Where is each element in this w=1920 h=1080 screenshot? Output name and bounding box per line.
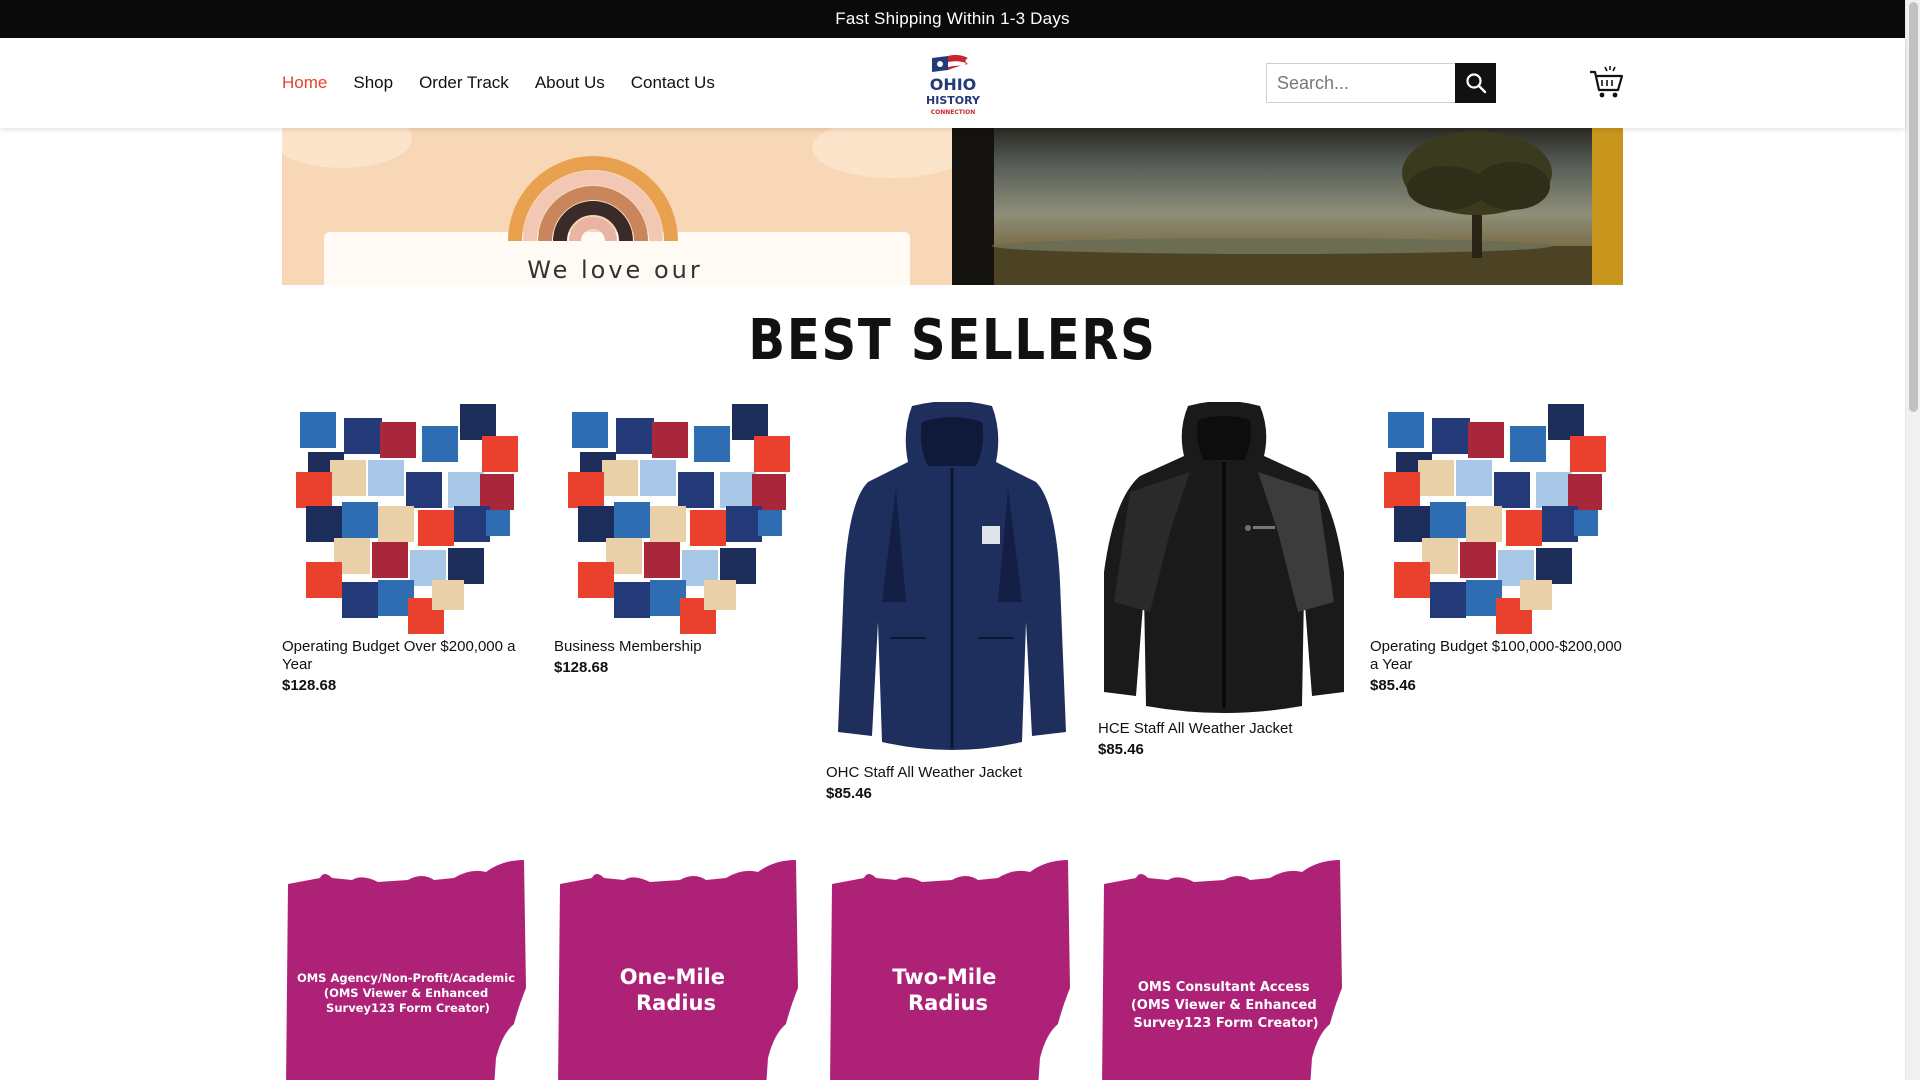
logo-line-2: HISTORY: [926, 94, 981, 107]
product-card[interactable]: HCE Staff All Weather Jacket $85.46: [1098, 402, 1350, 758]
site-header: Home Shop Order Track About Us Contact U…: [0, 38, 1905, 128]
ohio-map-icon[interactable]: OMS Consultant Access (OMS Viewer & Enha…: [1098, 858, 1350, 1080]
product-label-line: (OMS Viewer & Enhanced: [1131, 998, 1317, 1013]
svg-text:OMS Consultant Access (O: OMS Consultant Access (OMS Viewer & Enha…: [1131, 980, 1321, 1031]
product-price: $85.46: [826, 785, 872, 802]
product-label-line: Radius: [908, 991, 988, 1015]
ohio-map-icon[interactable]: Two-Mile Radius: [826, 858, 1078, 1080]
nav-contact-us[interactable]: Contact Us: [631, 73, 715, 93]
nav-order-track[interactable]: Order Track: [419, 73, 509, 93]
navy-jacket-icon[interactable]: [826, 402, 1078, 760]
nav-shop[interactable]: Shop: [353, 73, 393, 93]
product-price: $128.68: [554, 659, 609, 676]
product-card[interactable]: Two-Mile Radius: [826, 858, 1078, 1080]
scrollbar[interactable]: [1905, 0, 1920, 1080]
product-label-line: Two-Mile: [892, 965, 996, 989]
cart-icon: [1590, 66, 1624, 98]
search-input[interactable]: [1266, 63, 1455, 103]
product-label-line: OMS Agency/Non-Profit/Academic: [297, 971, 515, 985]
patchwork-heart-icon[interactable]: [282, 402, 534, 634]
nav-home[interactable]: Home: [282, 73, 327, 93]
product-label-line: Radius: [636, 991, 716, 1015]
search-form: [1266, 63, 1496, 103]
product-card[interactable]: OMS Agency/Non-Profit/Academic (OMS View…: [282, 858, 534, 1080]
banner-text: We love our: [527, 256, 702, 284]
best-sellers-title: BEST SELLERS: [748, 308, 1157, 373]
product-card[interactable]: Operating Budget Over $200,000 a Year $1…: [282, 402, 534, 694]
product-name[interactable]: Operating Budget $100,000-$200,000 a Yea…: [1370, 638, 1622, 674]
product-label-line: OMS Consultant Access: [1138, 980, 1310, 995]
logo-line-1: OHIO: [930, 75, 977, 94]
cart-button[interactable]: [1588, 64, 1624, 100]
announcement-bar: Fast Shipping Within 1-3 Days: [0, 0, 1905, 38]
product-price: $128.68: [282, 677, 337, 694]
nav-about-us[interactable]: About Us: [535, 73, 605, 93]
site-logo[interactable]: OHIO HISTORY CONNECTION: [918, 52, 988, 118]
product-card[interactable]: Business Membership $128.68: [554, 402, 806, 676]
search-icon: [1465, 73, 1486, 94]
ohio-map-icon[interactable]: OMS Agency/Non-Profit/Academic (OMS View…: [282, 858, 534, 1080]
banner-left-panel: We love our: [282, 128, 972, 285]
patchwork-heart-icon[interactable]: [1370, 402, 1622, 634]
banner-right-panel: [952, 128, 1623, 285]
product-card[interactable]: One-Mile Radius: [554, 858, 806, 1080]
product-price: $85.46: [1370, 677, 1416, 694]
product-label-line: Survey123 Form Creator): [1133, 1016, 1318, 1031]
patchwork-heart-icon[interactable]: [554, 402, 806, 634]
product-name[interactable]: Operating Budget Over $200,000 a Year: [282, 638, 534, 674]
product-name[interactable]: Business Membership: [554, 638, 806, 656]
hero-banner[interactable]: We love our: [282, 128, 1623, 285]
product-price: $85.46: [1098, 741, 1144, 758]
announcement-text: Fast Shipping Within 1-3 Days: [835, 9, 1070, 28]
rainbow-illustration-icon: We love our: [282, 128, 972, 285]
logo-line-3: CONNECTION: [931, 109, 976, 116]
main-nav: Home Shop Order Track About Us Contact U…: [282, 38, 715, 128]
ohio-map-icon[interactable]: One-Mile Radius: [554, 858, 806, 1080]
product-label-line: Survey123 Form Creator): [326, 1001, 490, 1015]
scrollbar-thumb[interactable]: [1909, 2, 1918, 412]
tree-landscape-icon: [952, 128, 1623, 285]
product-card[interactable]: OHC Staff All Weather Jacket $85.46: [826, 402, 1078, 802]
black-jacket-icon[interactable]: [1098, 402, 1350, 716]
product-card[interactable]: OMS Consultant Access (OMS Viewer & Enha…: [1098, 858, 1350, 1080]
search-button[interactable]: [1455, 63, 1496, 103]
svg-text:OMS Agency/Non-Profit/Academic: OMS Agency/Non-Profit/Academic (OMS View…: [297, 971, 519, 1015]
product-label-line: (OMS Viewer & Enhanced: [324, 986, 488, 1000]
product-label-line: One-Mile: [620, 965, 725, 989]
ohio-history-logo-icon: OHIO HISTORY CONNECTION: [926, 54, 981, 116]
product-name[interactable]: HCE Staff All Weather Jacket: [1098, 720, 1350, 738]
product-card[interactable]: Operating Budget $100,000-$200,000 a Yea…: [1370, 402, 1622, 694]
product-name[interactable]: OHC Staff All Weather Jacket: [826, 764, 1078, 782]
